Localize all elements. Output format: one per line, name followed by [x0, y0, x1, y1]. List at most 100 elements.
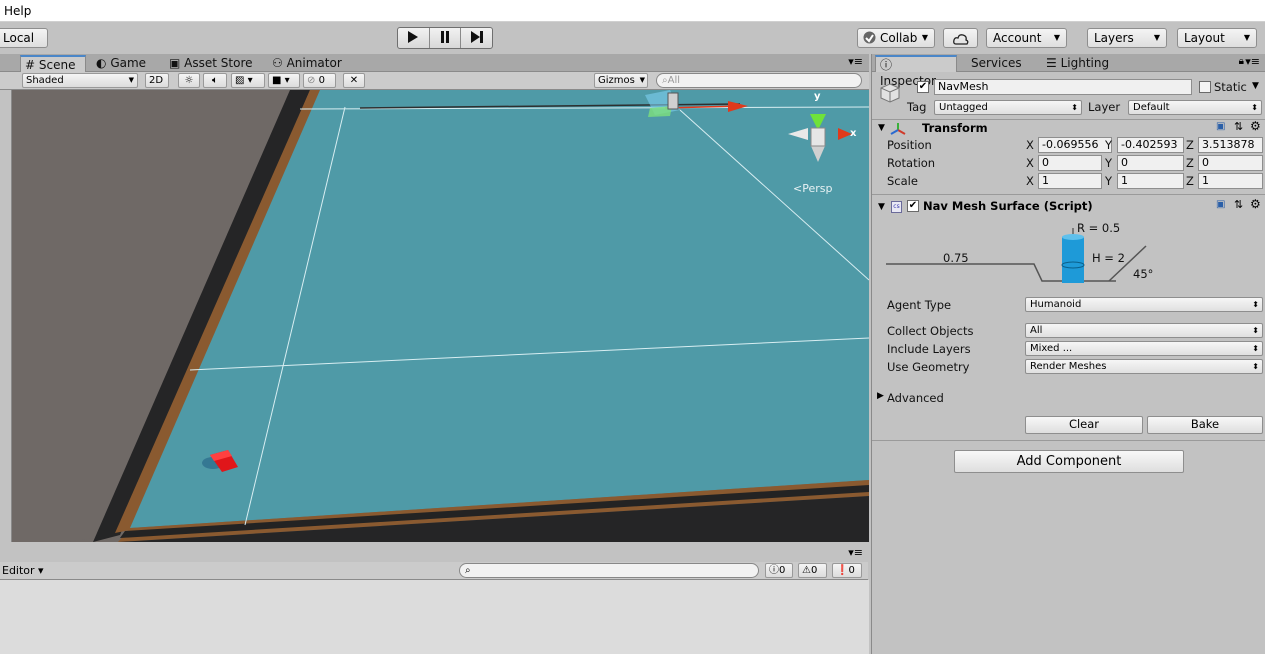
collect-objects-dropdown[interactable]: All ⬍: [1025, 323, 1263, 338]
position-y-field[interactable]: -0.402593: [1117, 137, 1184, 153]
tag-label: Tag: [907, 100, 927, 114]
pause-icon: [439, 30, 451, 47]
console-log-area[interactable]: [0, 580, 869, 654]
transform-title: Transform: [922, 121, 988, 135]
position-z-field[interactable]: 3.513878: [1198, 137, 1263, 153]
lighting-toggle[interactable]: ☼: [178, 73, 200, 88]
error-count: 0: [848, 565, 855, 576]
hidden-objects-toggle[interactable]: ⊘ 0: [303, 73, 336, 88]
use-geometry-label: Use Geometry: [887, 360, 970, 374]
warning-count: 0: [810, 565, 818, 576]
tools-button[interactable]: ✕: [343, 73, 365, 88]
object-name-field[interactable]: NavMesh: [934, 79, 1192, 95]
layer-dropdown[interactable]: Default ⬍: [1128, 100, 1262, 115]
collect-objects-value: All: [1030, 325, 1043, 336]
scene-render: [0, 90, 869, 542]
scene-viewport[interactable]: y x <Persp: [0, 90, 869, 542]
lighting-tab-icon: ☰: [1046, 56, 1057, 70]
error-filter-toggle[interactable]: ❗0: [832, 563, 862, 578]
inspector-menu-icon[interactable]: ▾≡: [1245, 55, 1260, 68]
tab-inspector[interactable]: ⓘ Inspector: [875, 55, 957, 88]
wrench-icon: ✕: [349, 75, 359, 86]
scale-y-field[interactable]: 1: [1117, 173, 1184, 189]
scene-search-input[interactable]: ⌕All: [656, 73, 862, 88]
mode-2d-button[interactable]: 2D: [145, 73, 169, 88]
layers-label: Layers: [1094, 31, 1134, 45]
warning-filter-toggle[interactable]: ⚠0: [798, 563, 827, 578]
play-button[interactable]: [398, 28, 430, 48]
clear-button[interactable]: Clear: [1025, 416, 1143, 434]
transform-foldout-arrow[interactable]: ▼: [878, 123, 885, 133]
agent-type-label: Agent Type: [887, 298, 952, 312]
collab-button[interactable]: Collab ▼: [857, 28, 935, 48]
menu-help[interactable]: Help: [4, 4, 31, 18]
persp-label[interactable]: <Persp: [793, 182, 832, 195]
position-x-field[interactable]: -0.069556: [1038, 137, 1112, 153]
radius-label: R = 0.5: [1077, 221, 1121, 235]
step-button[interactable]: [461, 28, 492, 48]
console-search-input[interactable]: ⌕: [459, 563, 759, 578]
play-controls: [397, 27, 493, 49]
transform-preset-icon[interactable]: ⇅: [1234, 120, 1243, 133]
add-component-button[interactable]: Add Component: [954, 450, 1184, 473]
rotation-x-field[interactable]: 0: [1038, 155, 1102, 171]
account-dropdown[interactable]: Account ▼: [986, 28, 1067, 48]
use-geometry-dropdown[interactable]: Render Meshes ⬍: [1025, 359, 1263, 374]
transform-help-icon[interactable]: ▣: [1216, 121, 1225, 132]
camera-icon: ■: [272, 75, 282, 86]
layout-dropdown[interactable]: Layout ▼: [1177, 28, 1257, 48]
camera-dropdown[interactable]: ■ ▾: [268, 73, 300, 88]
gizmos-dropdown[interactable]: Gizmos ▼: [594, 73, 648, 88]
active-checkbox[interactable]: ✔: [917, 81, 929, 93]
navmesh-preset-icon[interactable]: ⇅: [1234, 198, 1243, 211]
agent-type-dropdown[interactable]: Humanoid ⬍: [1025, 297, 1263, 312]
audio-toggle[interactable]: 🔈︎: [203, 73, 227, 88]
effects-dropdown[interactable]: ▨ ▾: [231, 73, 265, 88]
navmesh-gear-icon[interactable]: ⚙: [1250, 197, 1261, 211]
static-dropdown-arrow[interactable]: ▼: [1252, 81, 1259, 91]
include-layers-label: Include Layers: [887, 342, 971, 356]
info-filter-toggle[interactable]: ⓘ0: [765, 563, 793, 578]
static-checkbox[interactable]: [1199, 81, 1211, 93]
tab-game[interactable]: ◐ Game: [92, 55, 152, 72]
scale-label: Scale: [887, 174, 918, 188]
error-icon: ❗: [836, 565, 849, 576]
navmesh-help-icon[interactable]: ▣: [1216, 199, 1225, 210]
layout-label: Layout: [1184, 31, 1225, 45]
navmesh-enabled-checkbox[interactable]: ✔: [907, 200, 919, 212]
advanced-foldout-arrow[interactable]: ▶: [877, 391, 884, 401]
layers-dropdown[interactable]: Layers ▼: [1087, 28, 1167, 48]
console-tabs: ▾≡: [0, 542, 869, 562]
local-toggle-button[interactable]: Local: [0, 28, 48, 48]
rotation-y-field[interactable]: 0: [1117, 155, 1184, 171]
rotation-y-label: Y: [1105, 156, 1113, 170]
tab-animator[interactable]: ⚇ Animator: [268, 55, 348, 72]
editor-dropdown[interactable]: Editor ▾: [0, 563, 44, 578]
gameobject-cube-icon: [880, 82, 900, 107]
panel-menu-icon[interactable]: ▾≡: [848, 55, 863, 68]
console-menu-icon[interactable]: ▾≡: [848, 546, 863, 559]
bake-button[interactable]: Bake: [1147, 416, 1263, 434]
position-label: Position: [887, 138, 932, 152]
tag-dropdown[interactable]: Untagged ⬍: [934, 100, 1082, 115]
static-label: Static: [1214, 80, 1247, 94]
lock-icon[interactable]: 🔒︎: [1239, 56, 1244, 67]
pause-button[interactable]: [430, 28, 462, 48]
tab-animator-label: Animator: [286, 56, 342, 70]
transform-gear-icon[interactable]: ⚙: [1250, 119, 1261, 133]
console-search-icon: ⌕: [465, 565, 471, 576]
tab-asset-store[interactable]: ▣ Asset Store: [165, 55, 259, 72]
include-layers-dropdown[interactable]: Mixed ... ⬍: [1025, 341, 1263, 356]
scale-z-label: Z: [1186, 174, 1194, 188]
cloud-button[interactable]: [943, 28, 978, 48]
tab-scene[interactable]: # Scene: [20, 55, 86, 72]
shading-mode-dropdown[interactable]: Shaded ▼: [22, 73, 138, 88]
tab-lighting[interactable]: ☰ Lighting: [1042, 55, 1115, 72]
advanced-label[interactable]: Advanced: [887, 391, 944, 405]
scale-z-field[interactable]: 1: [1198, 173, 1263, 189]
scale-x-field[interactable]: 1: [1038, 173, 1102, 189]
image-icon: ▨: [235, 75, 245, 86]
rotation-z-field[interactable]: 0: [1198, 155, 1263, 171]
navmesh-foldout-arrow[interactable]: ▼: [878, 202, 885, 212]
tab-services[interactable]: Services: [967, 55, 1028, 72]
